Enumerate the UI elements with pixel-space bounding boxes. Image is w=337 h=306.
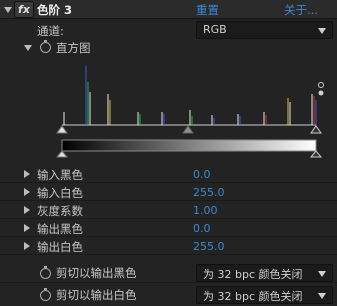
param-value[interactable]: 1.00 <box>193 204 218 217</box>
clip-row-white: 剪切以输出白色 为 32 bpc 颜色关闭 <box>0 284 337 305</box>
output-gradient-bar <box>61 139 317 152</box>
clip-label: 剪切以输出黑色 <box>56 266 137 280</box>
clip-row-black: 剪切以输出黑色 为 32 bpc 颜色关闭 <box>0 262 337 283</box>
expand-icon[interactable] <box>24 242 30 250</box>
channel-value: RGB <box>203 23 227 36</box>
param-row-gamma: 灰度系数 1.00 <box>0 202 337 219</box>
chevron-down-icon <box>318 271 326 277</box>
param-value[interactable]: 255.0 <box>193 240 225 253</box>
chevron-down-icon <box>318 293 326 299</box>
output-black-slider <box>55 150 69 158</box>
histogram-graph[interactable] <box>0 40 337 162</box>
stopwatch-icon[interactable] <box>40 266 51 279</box>
channel-row: 通道: RGB <box>0 20 337 40</box>
clip-black-dropdown[interactable]: 为 32 bpc 颜色关闭 <box>196 264 333 282</box>
channel-label: 通道: <box>37 24 64 38</box>
param-row-output-black: 输出黑色 0.0 <box>0 220 337 237</box>
stopwatch-icon[interactable] <box>40 288 51 301</box>
param-row-input-white: 输入白色 255.0 <box>0 184 337 201</box>
expand-icon[interactable] <box>24 224 30 232</box>
effect-collapse-toggle[interactable] <box>4 7 12 13</box>
about-link[interactable]: 关于... <box>284 2 318 18</box>
expand-icon[interactable] <box>24 170 30 178</box>
expand-icon[interactable] <box>24 188 30 196</box>
param-label: 输入黑色 <box>37 168 83 182</box>
param-label: 输入白色 <box>37 186 83 200</box>
fx-toggle[interactable]: fx <box>14 1 34 18</box>
clip-label: 剪切以输出白色 <box>56 288 137 302</box>
clip-black-value: 为 32 bpc 颜色关闭 <box>203 268 303 281</box>
output-white-slider <box>309 150 323 158</box>
histogram-row: 直方图 <box>0 40 337 162</box>
param-row-output-white: 输出白色 255.0 <box>0 238 337 255</box>
param-label: 灰度系数 <box>37 204 83 218</box>
input-white-slider <box>310 125 322 134</box>
chevron-down-icon <box>318 28 326 34</box>
param-value[interactable]: 0.0 <box>193 222 211 235</box>
param-value[interactable]: 0.0 <box>193 168 211 181</box>
effect-header: fx 色阶 3 重置 关于... <box>0 0 337 19</box>
effect-name: 色阶 3 <box>37 3 73 17</box>
clip-white-value: 为 32 bpc 颜色关闭 <box>203 290 303 303</box>
gamma-slider <box>182 125 194 134</box>
histogram-bars <box>63 66 317 125</box>
input-black-slider <box>56 125 68 134</box>
param-row-input-black: 输入黑色 0.0 <box>0 166 337 183</box>
clip-white-dropdown[interactable]: 为 32 bpc 颜色关闭 <box>196 286 333 304</box>
reset-link[interactable]: 重置 <box>196 2 219 18</box>
param-label: 输出黑色 <box>37 222 83 236</box>
channel-dropdown[interactable]: RGB <box>196 21 333 39</box>
param-label: 输出白色 <box>37 240 83 254</box>
expand-icon[interactable] <box>24 206 30 214</box>
param-value[interactable]: 255.0 <box>193 186 225 199</box>
